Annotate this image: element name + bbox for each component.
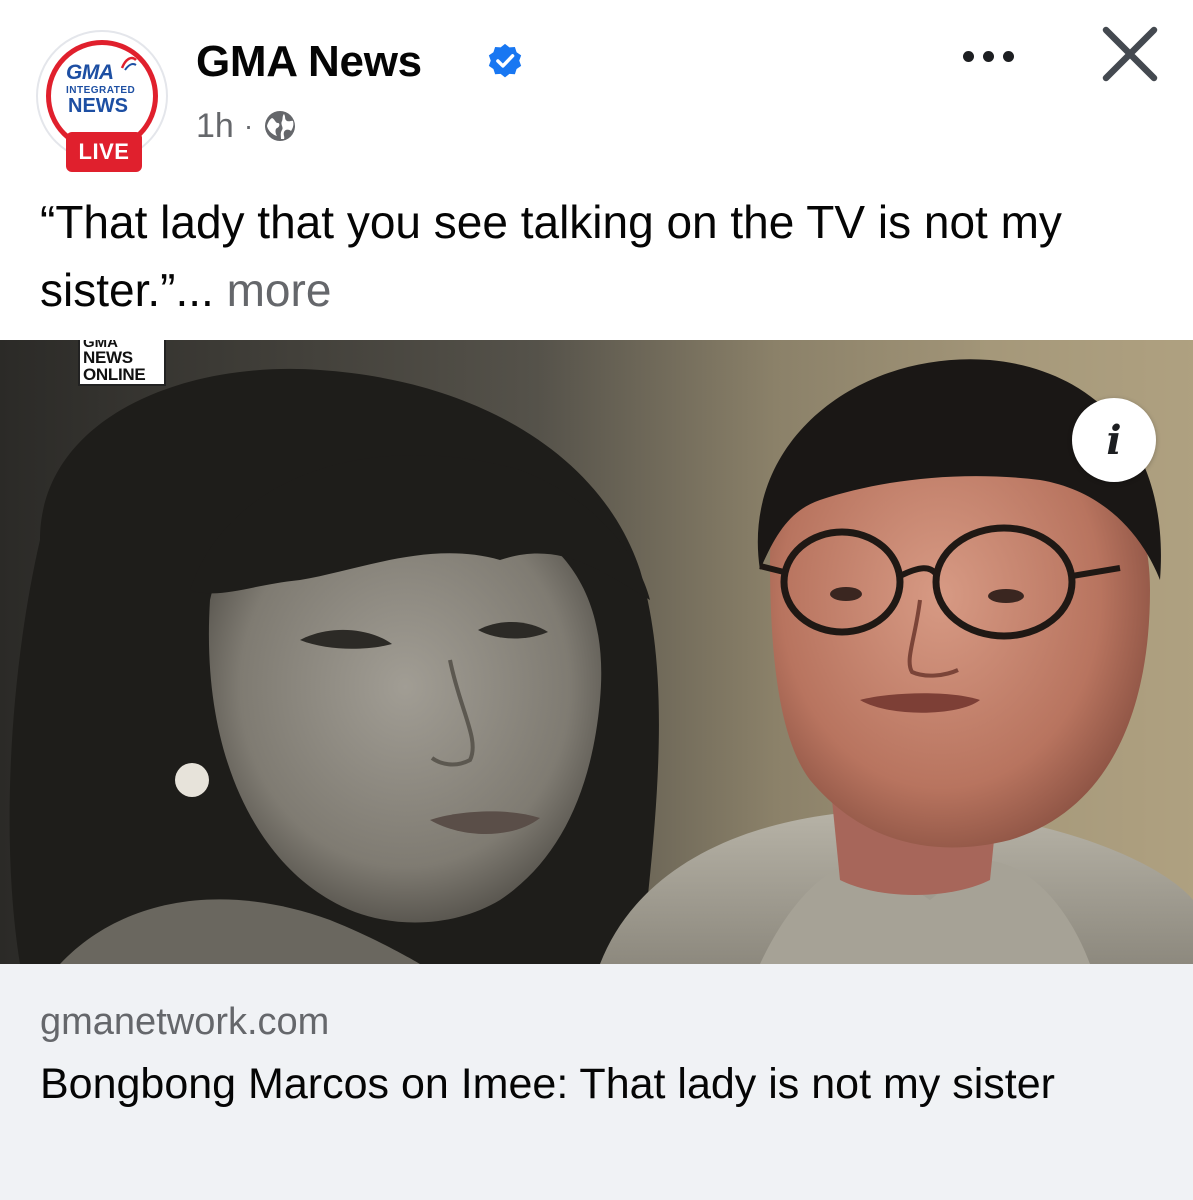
link-preview-card[interactable]: gmanetwork.com Bongbong Marcos on Imee: …: [0, 964, 1193, 1200]
close-icon[interactable]: [1094, 26, 1166, 86]
link-title: Bongbong Marcos on Imee: That lady is no…: [40, 1060, 1055, 1108]
logo-integrated-text: INTEGRATED: [66, 85, 136, 96]
page-avatar[interactable]: GMA INTEGRATED NEWS LIVE: [36, 30, 168, 172]
facebook-post: GMA INTEGRATED NEWS LIVE GMA News 1h · “…: [0, 0, 1193, 1200]
more-options-dot: [1002, 50, 1014, 62]
logo-news-text: NEWS: [68, 96, 128, 112]
globe-icon[interactable]: [263, 109, 297, 143]
watermark-online-text: ONLINE: [83, 365, 146, 384]
news-photo: [0, 340, 1193, 964]
meta-separator: ·: [243, 110, 254, 141]
info-icon[interactable]: i: [1072, 398, 1156, 482]
gma-news-online-watermark: GMA NEWS ONLINE: [78, 340, 166, 386]
page-name[interactable]: GMA News: [196, 36, 422, 88]
post-timestamp[interactable]: 1h: [196, 107, 234, 146]
watermark-news-text: NEWS: [83, 348, 133, 367]
link-domain: gmanetwork.com: [40, 1001, 330, 1043]
caption-text: “That lady that you see talking on the T…: [40, 196, 1062, 316]
post-caption: “That lady that you see talking on the T…: [40, 188, 1160, 324]
more-options-icon: [962, 50, 974, 62]
see-more-link[interactable]: more: [227, 264, 332, 316]
logo-swoosh-icon: [120, 56, 137, 71]
post-meta: 1h ·: [196, 104, 297, 148]
more-options-button[interactable]: [948, 34, 1028, 78]
live-badge: LIVE: [66, 132, 142, 172]
link-preview-image[interactable]: GMA NEWS ONLINE i: [0, 340, 1193, 964]
verified-badge-icon: [488, 43, 522, 78]
logo-gma-text: GMA: [66, 61, 114, 84]
more-options-dot: [982, 50, 994, 62]
